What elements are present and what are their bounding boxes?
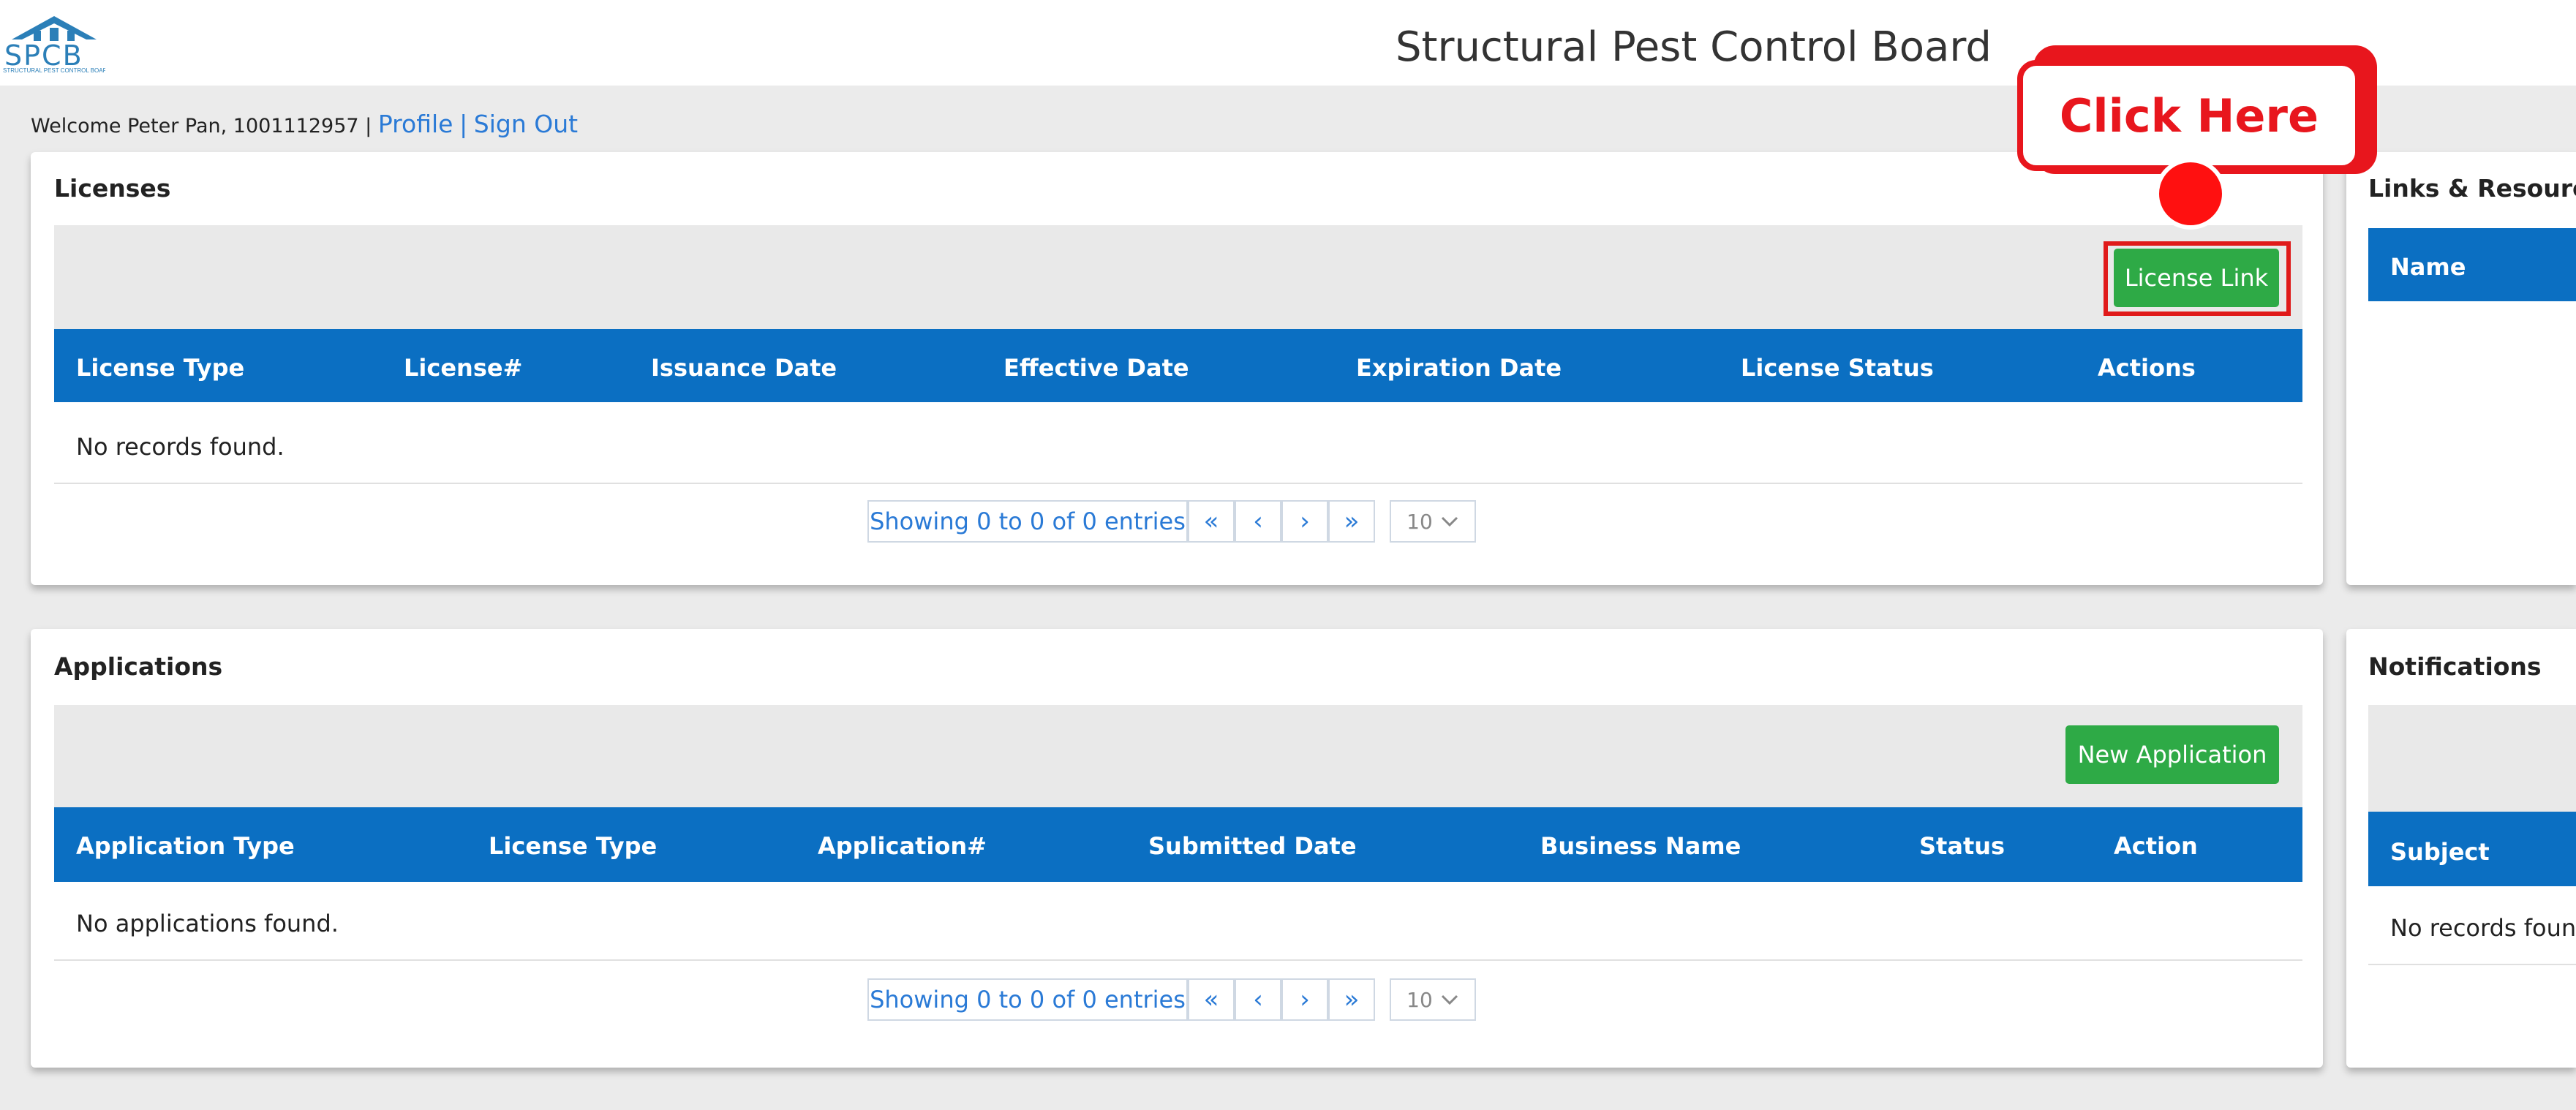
applications-title: Applications <box>54 652 223 681</box>
new-application-button[interactable]: New Application <box>2065 725 2279 784</box>
welcome-text: Welcome Peter Pan, 1001112957 | <box>31 115 372 137</box>
profile-link[interactable]: Profile <box>378 110 453 138</box>
notifications-divider <box>2368 964 2576 965</box>
applications-divider <box>54 959 2302 961</box>
applications-empty-message: No applications found. <box>76 910 339 937</box>
col-status[interactable]: Status <box>1919 832 2005 860</box>
page-size-value: 10 <box>1406 509 1433 534</box>
notifications-panel: Notifications Subject No records found <box>2346 629 2576 1068</box>
welcome-line: Welcome Peter Pan, 1001112957 | Profile … <box>31 110 578 138</box>
col-action[interactable]: Action <box>2114 832 2198 860</box>
applications-panel: Applications New Application Application… <box>31 629 2323 1068</box>
col-actions[interactable]: Actions <box>2098 354 2196 382</box>
notifications-table-header: Subject <box>2368 812 2576 886</box>
notifications-toolbar <box>2368 705 2576 812</box>
prev-page-button[interactable]: ‹ <box>1235 978 1281 1021</box>
first-page-button[interactable]: « <box>1188 978 1235 1021</box>
applications-table-header: Application Type License Type Applicatio… <box>54 807 2302 882</box>
col-expiration-date[interactable]: Expiration Date <box>1356 354 1562 382</box>
page-title: Structural Pest Control Board <box>1396 23 1992 71</box>
next-page-button[interactable]: › <box>1281 978 1328 1021</box>
page-size-select[interactable]: 10 <box>1390 500 1476 543</box>
applications-toolbar <box>54 705 2302 807</box>
licenses-empty-message: No records found. <box>76 433 285 461</box>
licenses-toolbar <box>54 225 2302 329</box>
next-page-button[interactable]: › <box>1281 500 1328 543</box>
license-link-highlight <box>2104 241 2291 316</box>
page-size-select[interactable]: 10 <box>1390 978 1476 1021</box>
licenses-title: Licenses <box>54 174 171 203</box>
col-license-number[interactable]: License# <box>404 354 522 382</box>
col-application-number[interactable]: Application# <box>818 832 987 860</box>
licenses-table-header: License Type License# Issuance Date Effe… <box>54 329 2302 402</box>
col-subject[interactable]: Subject <box>2390 838 2490 866</box>
links-table-header: Name <box>2368 228 2576 301</box>
sign-out-link[interactable]: Sign Out <box>474 110 578 138</box>
applications-pager: Showing 0 to 0 of 0 entries « ‹ › » 10 <box>867 978 1476 1021</box>
notifications-empty-message: No records found <box>2390 914 2576 942</box>
first-page-button[interactable]: « <box>1188 500 1235 543</box>
links-resources-panel: Links & Resources Name <box>2346 152 2576 585</box>
col-business-name[interactable]: Business Name <box>1540 832 1741 860</box>
logo-subtext: STRUCTURAL PEST CONTROL BOARD <box>3 67 105 74</box>
licenses-panel: Licenses License Link License Type Licen… <box>31 152 2323 585</box>
last-page-button[interactable]: » <box>1328 978 1375 1021</box>
col-license-type[interactable]: License Type <box>76 354 244 382</box>
col-application-type[interactable]: Application Type <box>76 832 295 860</box>
callout-pointer-dot <box>2155 158 2226 230</box>
links-resources-title: Links & Resources <box>2368 174 2576 203</box>
col-name[interactable]: Name <box>2390 253 2466 281</box>
page-size-value: 10 <box>1406 987 1433 1012</box>
prev-page-button[interactable]: ‹ <box>1235 500 1281 543</box>
licenses-divider <box>54 483 2302 484</box>
chevron-down-icon <box>1441 516 1458 527</box>
link-separator: | <box>459 110 468 138</box>
col-submitted-date[interactable]: Submitted Date <box>1148 832 1357 860</box>
applications-pager-info: Showing 0 to 0 of 0 entries <box>867 978 1188 1021</box>
notifications-title: Notifications <box>2368 652 2542 681</box>
chevron-down-icon <box>1441 994 1458 1005</box>
col-license-status[interactable]: License Status <box>1741 354 1934 382</box>
col-license-type[interactable]: License Type <box>489 832 657 860</box>
click-here-callout: Click Here <box>2017 60 2361 171</box>
last-page-button[interactable]: » <box>1328 500 1375 543</box>
licenses-pager-info: Showing 0 to 0 of 0 entries <box>867 500 1188 543</box>
col-effective-date[interactable]: Effective Date <box>1003 354 1189 382</box>
col-issuance-date[interactable]: Issuance Date <box>651 354 837 382</box>
licenses-pager: Showing 0 to 0 of 0 entries « ‹ › » 10 <box>867 500 1476 543</box>
